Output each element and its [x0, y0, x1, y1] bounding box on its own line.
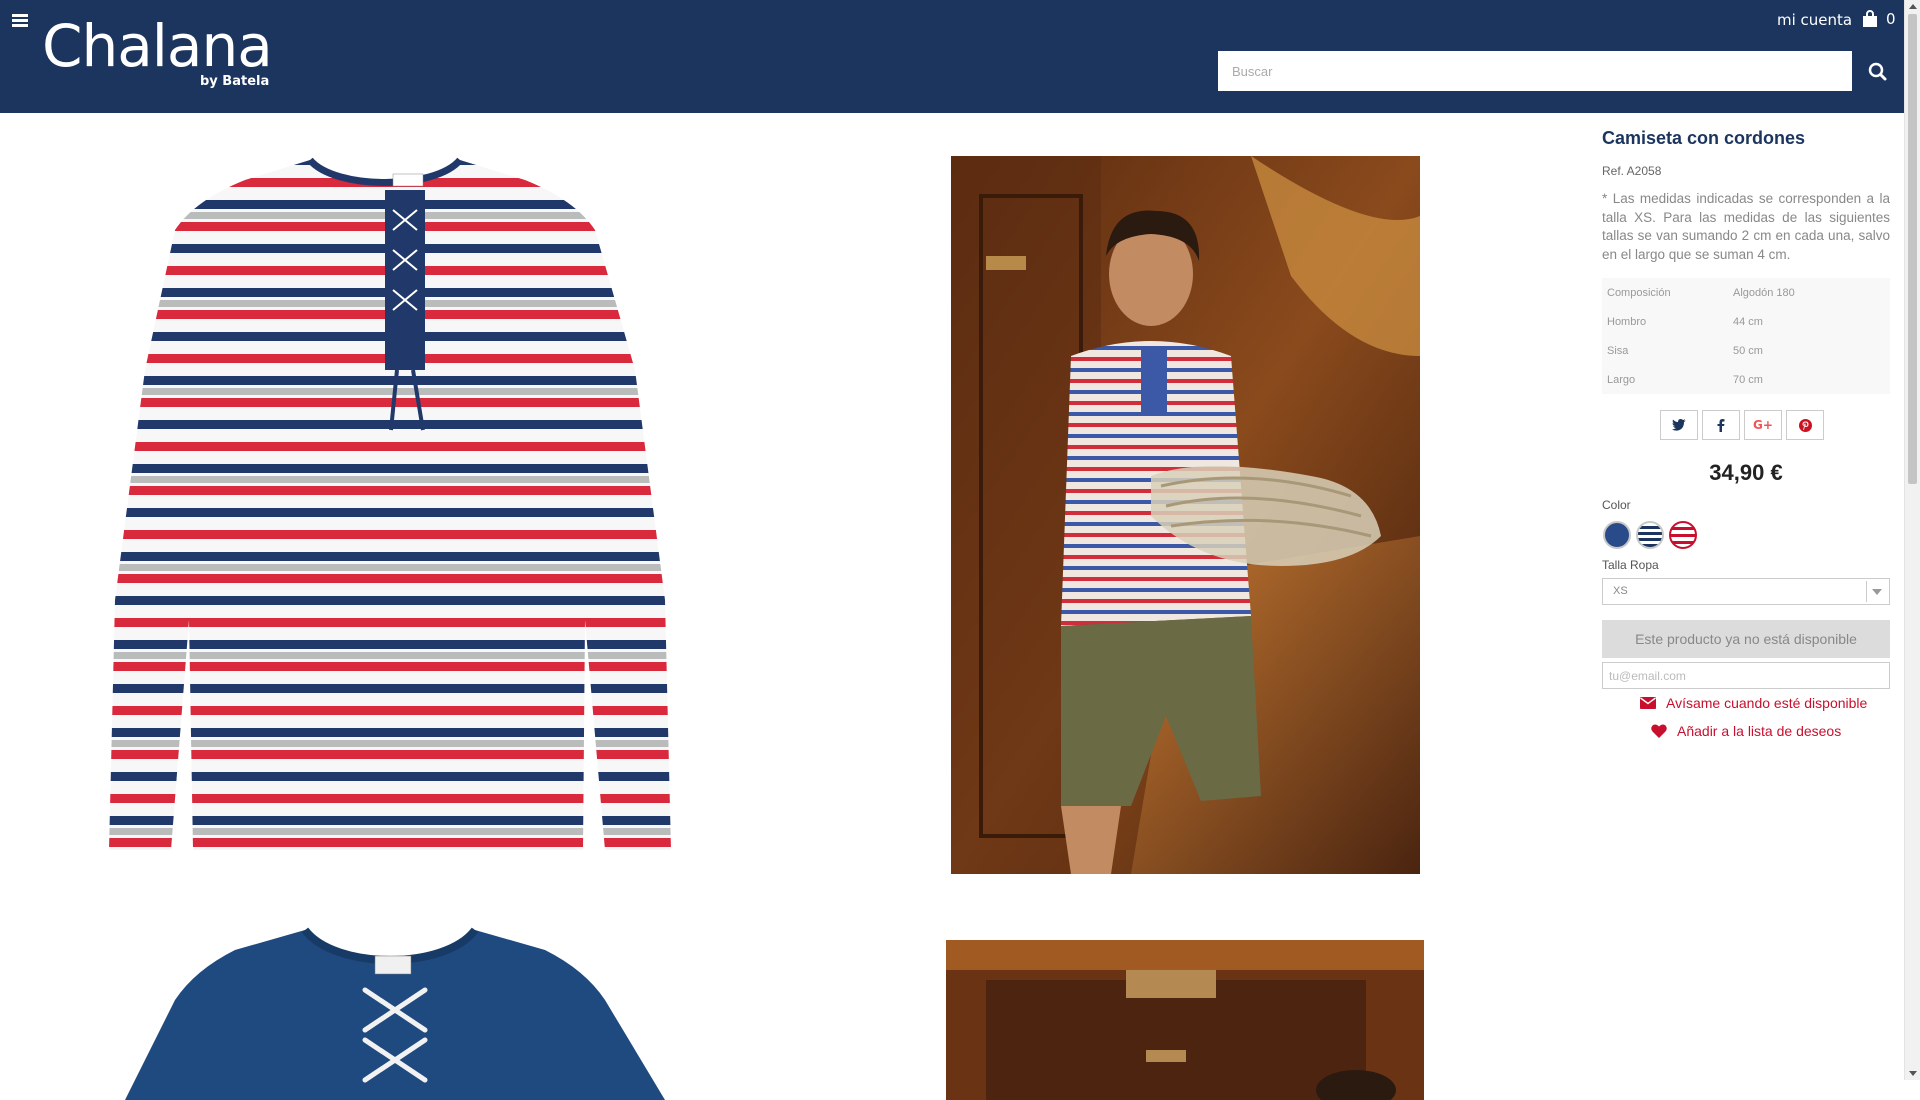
scroll-down-arrow[interactable]: [1909, 1071, 1917, 1076]
share-buttons: G+: [1660, 410, 1824, 440]
chevron-down-icon[interactable]: [1866, 581, 1887, 602]
spec-value: 44 cm: [1733, 315, 1763, 328]
envelope-icon: [1640, 697, 1656, 709]
spec-label: Sisa: [1607, 344, 1629, 357]
spec-value: Algodón 180: [1733, 286, 1795, 299]
color-swatches: [1603, 521, 1697, 549]
wishlist-label: Añadir a la lista de deseos: [1677, 723, 1842, 739]
facebook-icon: [1717, 418, 1725, 432]
spec-row: Composición Algodón 180: [1602, 278, 1890, 307]
pinterest-icon: [1798, 418, 1812, 432]
product-image-shirt-navy[interactable]: [105, 920, 705, 1100]
logo-main-text: Chalana: [42, 12, 273, 80]
scroll-up-arrow[interactable]: [1909, 4, 1917, 9]
logo-sub-text: by Batela: [200, 74, 270, 89]
spec-label: Composición: [1607, 286, 1671, 299]
search-box: [1218, 51, 1852, 91]
spec-row: Hombro 44 cm: [1602, 307, 1890, 336]
color-swatch-navy[interactable]: [1603, 521, 1631, 549]
heart-icon: [1651, 724, 1667, 738]
product-image-model[interactable]: [951, 156, 1420, 874]
product-image-model-2[interactable]: [946, 940, 1424, 1100]
specs-table: Composición Algodón 180 Hombro 44 cm Sis…: [1602, 278, 1890, 394]
notify-when-available-link[interactable]: Avísame cuando esté disponible: [1640, 695, 1867, 711]
google-plus-icon: G+: [1753, 418, 1773, 432]
product-title: Camiseta con cordones: [1602, 128, 1806, 148]
size-label: Talla Ropa: [1602, 558, 1659, 572]
spec-label: Hombro: [1607, 315, 1647, 328]
share-twitter-button[interactable]: [1660, 410, 1698, 440]
share-pinterest-button[interactable]: [1786, 410, 1824, 440]
color-swatch-navy-stripe[interactable]: [1636, 521, 1664, 549]
email-field[interactable]: [1602, 662, 1890, 689]
size-selected-value: XS: [1613, 585, 1628, 597]
scroll-thumb[interactable]: [1908, 14, 1917, 484]
shopping-bag-icon: [1863, 10, 1877, 27]
site-header: Chalana by Batela mi cuenta 0: [0, 0, 1904, 113]
size-select[interactable]: XS: [1602, 578, 1890, 605]
product-description: * Las medidas indicadas se corresponden …: [1602, 191, 1890, 262]
share-google-plus-button[interactable]: G+: [1744, 410, 1782, 440]
share-facebook-button[interactable]: [1702, 410, 1740, 440]
spec-row: Sisa 50 cm: [1602, 336, 1890, 365]
add-to-wishlist-link[interactable]: Añadir a la lista de deseos: [1651, 723, 1841, 739]
color-swatch-red-stripe[interactable]: [1669, 521, 1697, 549]
product-price: 34,90 €: [1709, 460, 1783, 485]
product-reference: Ref. A2058: [1602, 164, 1662, 178]
twitter-icon: [1672, 419, 1686, 431]
notify-label: Avísame cuando esté disponible: [1666, 695, 1868, 711]
search-icon: [1868, 62, 1887, 81]
spec-row: Largo 70 cm: [1602, 365, 1890, 394]
product-image-shirt-front[interactable]: [105, 150, 705, 870]
site-logo[interactable]: Chalana by Batela: [42, 12, 273, 89]
menu-icon[interactable]: [12, 14, 28, 28]
account-link[interactable]: mi cuenta: [1777, 11, 1852, 29]
cart-count: 0: [1886, 10, 1896, 28]
search-input[interactable]: [1218, 51, 1838, 91]
page-scrollbar[interactable]: [1904, 0, 1920, 1080]
spec-value: 70 cm: [1733, 373, 1763, 386]
cart-button[interactable]: 0: [1862, 10, 1896, 28]
search-button[interactable]: [1858, 56, 1898, 88]
color-label: Color: [1602, 498, 1631, 512]
spec-label: Largo: [1607, 373, 1636, 386]
spec-value: 50 cm: [1733, 344, 1763, 357]
unavailable-button[interactable]: Este producto ya no está disponible: [1602, 620, 1890, 658]
